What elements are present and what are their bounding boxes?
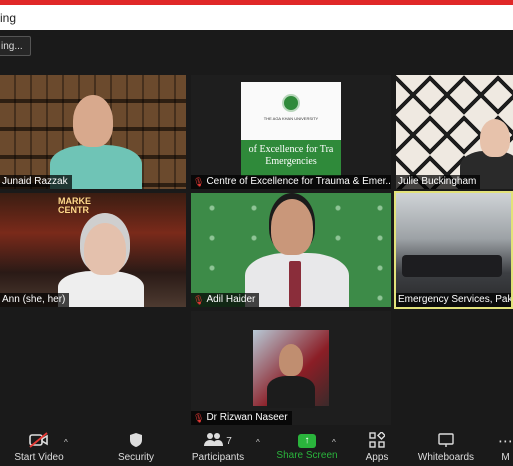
participant-count: 7 <box>226 436 232 447</box>
video-tile-julie-buckingham[interactable]: Julie Buckingham <box>396 75 513 189</box>
participant-figure <box>267 376 315 408</box>
sign-text: MARKE CENTR <box>58 196 91 215</box>
certificate-band: of Excellence for Tra Emergencies <box>241 140 341 176</box>
video-tile-adil-haider[interactable]: 🎙 Adil Haider <box>191 193 391 307</box>
university-seal-icon <box>282 94 300 112</box>
security-button[interactable]: Security <box>112 430 160 466</box>
name-label: Junaid Razzak <box>0 175 72 189</box>
title-bar: ing <box>0 5 513 30</box>
participants-button[interactable]: 7 Participants <box>190 430 246 466</box>
video-off-icon <box>8 432 70 452</box>
view-button[interactable]: ing... <box>0 36 31 56</box>
participants-options-caret-icon[interactable]: ^ <box>256 438 260 447</box>
apps-button[interactable]: Apps <box>360 430 394 466</box>
share-screen-icon: ↑ <box>298 434 316 448</box>
shield-icon <box>112 432 160 452</box>
video-tile-dr-rizwan-naseer[interactable]: 🎙 Dr Rizwan Naseer <box>191 311 391 425</box>
name-label: Julie Buckingham <box>396 175 481 189</box>
start-video-button[interactable]: Start Video <box>8 430 70 466</box>
name-label: Ann (she, her) <box>0 293 70 307</box>
share-screen-button[interactable]: ↑ Share Screen <box>276 430 338 466</box>
participant-tie <box>289 261 301 307</box>
mic-muted-icon: 🎙 <box>193 177 205 187</box>
more-button[interactable]: ⋯ M <box>498 430 513 466</box>
video-tile-centre-of-excellence[interactable]: THE AGA KHAN UNIVERSITY of Excellence fo… <box>191 75 391 189</box>
video-tile-junaid-razzak[interactable]: Junaid Razzak <box>0 75 186 189</box>
conference-table <box>402 255 502 277</box>
mic-muted-icon: 🎙 <box>193 295 205 305</box>
participant-face <box>73 95 113 147</box>
name-label: 🎙 Centre of Excellence for Trauma & Emer.… <box>191 175 391 189</box>
name-label: 🎙 Adil Haider <box>191 293 260 307</box>
whiteboard-icon <box>414 432 478 452</box>
whiteboards-button[interactable]: Whiteboards <box>414 430 478 466</box>
profile-photo <box>253 330 329 408</box>
video-tile-ann[interactable]: MARKE CENTR Ann (she, her) <box>0 193 186 307</box>
more-icon: ⋯ <box>498 433 513 450</box>
participant-figure <box>58 271 144 307</box>
name-label: Emergency Services, Pakis <box>396 293 511 307</box>
certificate-image: THE AGA KHAN UNIVERSITY of Excellence fo… <box>241 82 341 176</box>
meeting-toolbar: Start Video ^ Security 7 Participants ^ … <box>0 430 513 466</box>
participant-face <box>480 119 510 157</box>
video-background <box>396 193 511 307</box>
participant-face <box>279 344 303 376</box>
video-tile-emergency-services[interactable]: Emergency Services, Pakis <box>394 191 513 309</box>
certificate-institution: THE AGA KHAN UNIVERSITY <box>263 116 319 121</box>
window-title: ing <box>0 11 17 25</box>
name-label: 🎙 Dr Rizwan Naseer <box>191 411 292 425</box>
apps-icon <box>360 430 394 452</box>
mic-muted-icon: 🎙 <box>193 413 205 423</box>
meeting-top-bar: ing... <box>0 30 513 66</box>
participant-face <box>84 223 126 275</box>
video-options-caret-icon[interactable]: ^ <box>64 438 68 447</box>
people-icon: 7 <box>190 432 246 452</box>
share-options-caret-icon[interactable]: ^ <box>332 438 336 447</box>
participant-face <box>271 199 313 255</box>
